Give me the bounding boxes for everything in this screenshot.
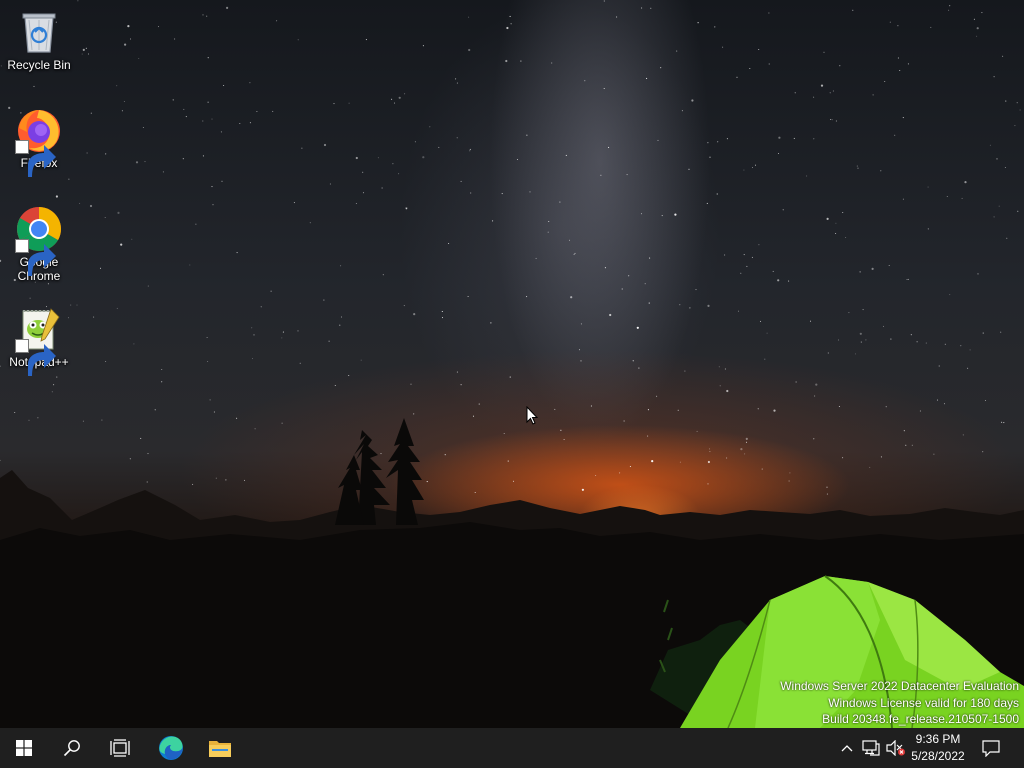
mountain-silhouette xyxy=(0,418,1024,728)
shortcut-arrow-icon xyxy=(15,339,56,376)
shortcut-arrow-icon xyxy=(15,239,56,276)
task-view-button[interactable] xyxy=(96,728,144,768)
watermark-edition: Windows Server 2022 Datacenter Evaluatio… xyxy=(780,679,1019,693)
desktop-icon-recycle-bin[interactable]: Recycle Bin xyxy=(1,8,77,72)
network-tray-button[interactable] xyxy=(859,728,883,768)
desktop-icon-label: Recycle Bin xyxy=(7,58,71,72)
start-button[interactable] xyxy=(0,728,48,768)
network-icon xyxy=(862,740,880,756)
windows-evaluation-watermark: Windows Server 2022 Datacenter Evaluatio… xyxy=(780,678,1019,728)
watermark-license: Windows License valid for 180 days xyxy=(828,695,1019,710)
show-hidden-icons-button[interactable] xyxy=(836,728,858,768)
clock[interactable]: 9:36 PM 5/28/2022 xyxy=(900,731,976,765)
task-view-icon xyxy=(110,739,130,757)
taskbar-edge-button[interactable] xyxy=(147,728,195,768)
clock-date: 5/28/2022 xyxy=(911,749,965,763)
windows-logo-icon xyxy=(16,740,32,756)
watermark-build: Build 20348.fe_release.210507-1500 xyxy=(822,712,1019,726)
desktop-icon-notepad-plus-plus[interactable]: Notepad++ xyxy=(1,305,77,376)
folder-icon xyxy=(209,741,231,757)
chevron-up-icon xyxy=(841,745,853,752)
search-icon xyxy=(63,740,80,757)
desktop-wallpaper[interactable]: Recycle Bin Firefox Google Chrome Notepa… xyxy=(0,0,1024,728)
mouse-pointer-icon xyxy=(526,406,538,425)
recycle-bin-icon xyxy=(22,13,56,53)
search-button[interactable] xyxy=(48,728,96,768)
taskbar-file-explorer-button[interactable] xyxy=(196,728,244,768)
desktop-icon-firefox[interactable]: Firefox xyxy=(1,106,77,177)
edge-icon xyxy=(159,736,183,760)
taskbar: 9:36 PM 5/28/2022 xyxy=(0,728,1024,768)
notification-icon xyxy=(982,740,1000,757)
desktop-icon-google-chrome[interactable]: Google Chrome xyxy=(1,205,77,283)
action-center-button[interactable] xyxy=(976,728,1006,768)
shortcut-arrow-icon xyxy=(15,140,56,177)
clock-time: 9:36 PM xyxy=(915,732,961,746)
